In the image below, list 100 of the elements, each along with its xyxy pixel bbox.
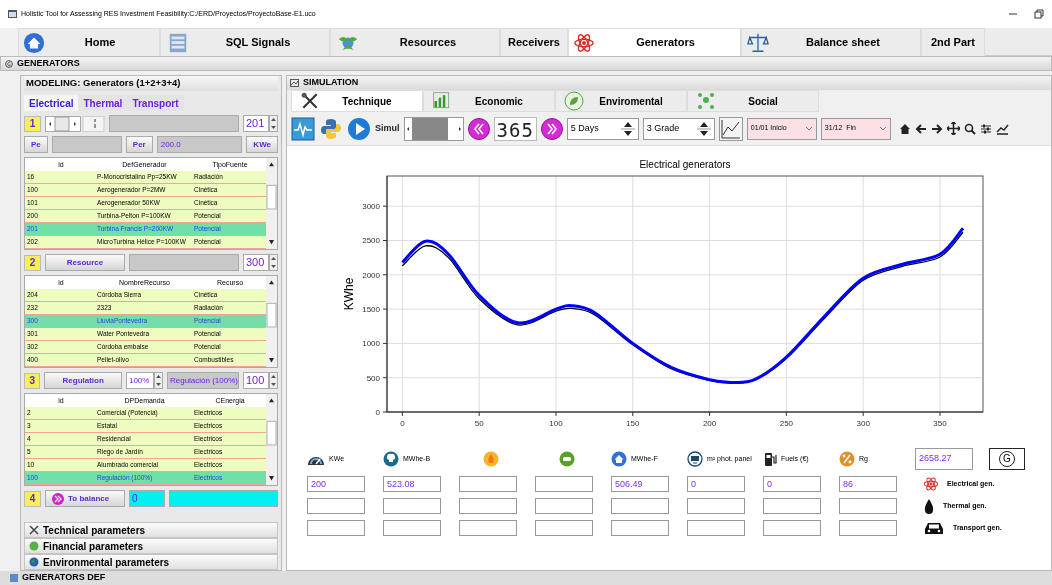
value-field[interactable] [763, 498, 821, 514]
spin-arrows-icon[interactable] [269, 372, 278, 389]
monitor-icon [687, 451, 703, 467]
scrollbar[interactable] [266, 394, 277, 485]
tick-label: 1500 [362, 305, 380, 315]
value-field[interactable]: 200 [307, 476, 365, 492]
simulation-tab[interactable]: Economic [423, 90, 555, 112]
value-field[interactable] [687, 520, 745, 536]
value-field[interactable] [383, 520, 441, 536]
restore-icon[interactable] [1034, 9, 1044, 19]
value-field[interactable] [535, 476, 593, 492]
fast-forward-button[interactable] [540, 117, 563, 140]
empty-field [51, 136, 122, 153]
spin-field[interactable]: 5 Days [566, 117, 639, 140]
sub-tab[interactable]: Electrical [24, 95, 79, 111]
chart-settings-icon[interactable] [718, 116, 743, 141]
panel-icon [10, 574, 18, 582]
scroll-control-icon[interactable] [45, 115, 105, 132]
spin-field[interactable]: 300 [243, 254, 269, 271]
value-field[interactable] [839, 498, 897, 514]
tick-label: 350 [933, 419, 947, 428]
section-header[interactable]: Technical parameters [24, 522, 278, 538]
spin-field[interactable]: 100 [243, 372, 269, 389]
search-icon[interactable] [963, 122, 976, 135]
home-icon[interactable] [898, 122, 911, 135]
resource-button[interactable]: Resource [45, 254, 125, 271]
spin-arrows-icon[interactable] [269, 254, 278, 271]
home-icon [23, 31, 45, 54]
rewind-button[interactable] [467, 117, 490, 140]
value-field[interactable] [459, 498, 517, 514]
tools-icon [29, 525, 39, 535]
simulation-tab[interactable]: Enviromental [555, 90, 687, 112]
main-tab[interactable]: Generators [568, 28, 741, 56]
caret-icon [878, 125, 887, 132]
pe-button[interactable]: Pe [24, 136, 48, 153]
main-tab[interactable]: Resources [330, 28, 500, 56]
play-icon [347, 116, 371, 141]
scrollbar[interactable] [266, 158, 277, 249]
unit-button[interactable]: KWe [246, 136, 278, 153]
value-field[interactable] [611, 520, 669, 536]
slider-control[interactable] [403, 116, 464, 141]
value-field[interactable]: 506.49 [611, 476, 669, 492]
section-title: GENERATORS [17, 56, 80, 70]
value-field[interactable] [763, 520, 821, 536]
regulation-button[interactable]: Regulation [44, 372, 122, 389]
python-logo-icon[interactable] [319, 116, 343, 141]
line-chart-icon[interactable] [995, 122, 1009, 135]
simulation-tab[interactable]: Technique [291, 90, 423, 112]
main-tab[interactable]: 2nd Part [921, 28, 985, 56]
tools-icon [300, 91, 320, 111]
main-tab[interactable]: Home [18, 28, 160, 56]
value-field[interactable]: 523.08 [383, 476, 441, 492]
back-arrow-icon[interactable] [914, 122, 927, 135]
main-tab[interactable]: Balance sheet [741, 28, 921, 56]
move-icon[interactable] [946, 122, 960, 135]
value-field[interactable] [459, 476, 517, 492]
value-field[interactable]: 0 [763, 476, 821, 492]
value-field[interactable] [459, 520, 517, 536]
percent-field[interactable]: 100% [125, 372, 154, 389]
main-tab[interactable]: Receivers [500, 28, 568, 56]
to-balance-button[interactable]: To balance [45, 490, 125, 507]
waveform-icon[interactable] [291, 116, 315, 141]
spin-arrows-icon[interactable] [269, 115, 278, 132]
section-header[interactable]: Environmental parameters [24, 554, 278, 570]
scrollbar[interactable] [266, 276, 277, 367]
sub-tab[interactable]: Transport [127, 95, 184, 111]
caret-icon [804, 125, 813, 132]
main-tab[interactable]: SQL Signals [160, 28, 330, 56]
per-button[interactable]: Per [125, 136, 153, 153]
drop-icon [923, 498, 935, 514]
value-field[interactable] [535, 498, 593, 514]
atom-icon [923, 476, 939, 492]
step-number: 1 [24, 115, 41, 132]
regulation-label: Regulación (100%) [166, 372, 239, 389]
sliders-icon[interactable] [979, 122, 992, 135]
section-header[interactable]: Financial parameters [24, 538, 278, 554]
value-field[interactable] [839, 520, 897, 536]
simulate-button[interactable]: Simul [347, 116, 400, 141]
value-field[interactable] [383, 498, 441, 514]
spin-field[interactable]: 3 Grade [642, 117, 715, 140]
value-field[interactable] [611, 498, 669, 514]
tick-label: 200 [702, 419, 717, 428]
app-icon [8, 10, 17, 18]
sub-tab[interactable]: Thermal [78, 95, 128, 111]
tick-label: 100 [549, 419, 563, 428]
spin-arrows-icon[interactable] [153, 372, 163, 389]
home-icon [611, 451, 627, 467]
circled-letter-button[interactable]: G [989, 448, 1025, 470]
spin-field[interactable]: 201 [243, 115, 269, 132]
value-field[interactable]: 86 [839, 476, 897, 492]
people-icon [696, 91, 716, 111]
value-field[interactable] [535, 520, 593, 536]
value-field[interactable] [307, 498, 365, 514]
value-field[interactable] [307, 520, 365, 536]
tick-label: 500 [366, 373, 380, 383]
simulation-tab[interactable]: Social [687, 90, 819, 112]
globe-icon [29, 557, 39, 567]
value-field[interactable]: 0 [687, 476, 745, 492]
value-field[interactable] [687, 498, 745, 514]
forward-arrow-icon[interactable] [930, 122, 943, 135]
